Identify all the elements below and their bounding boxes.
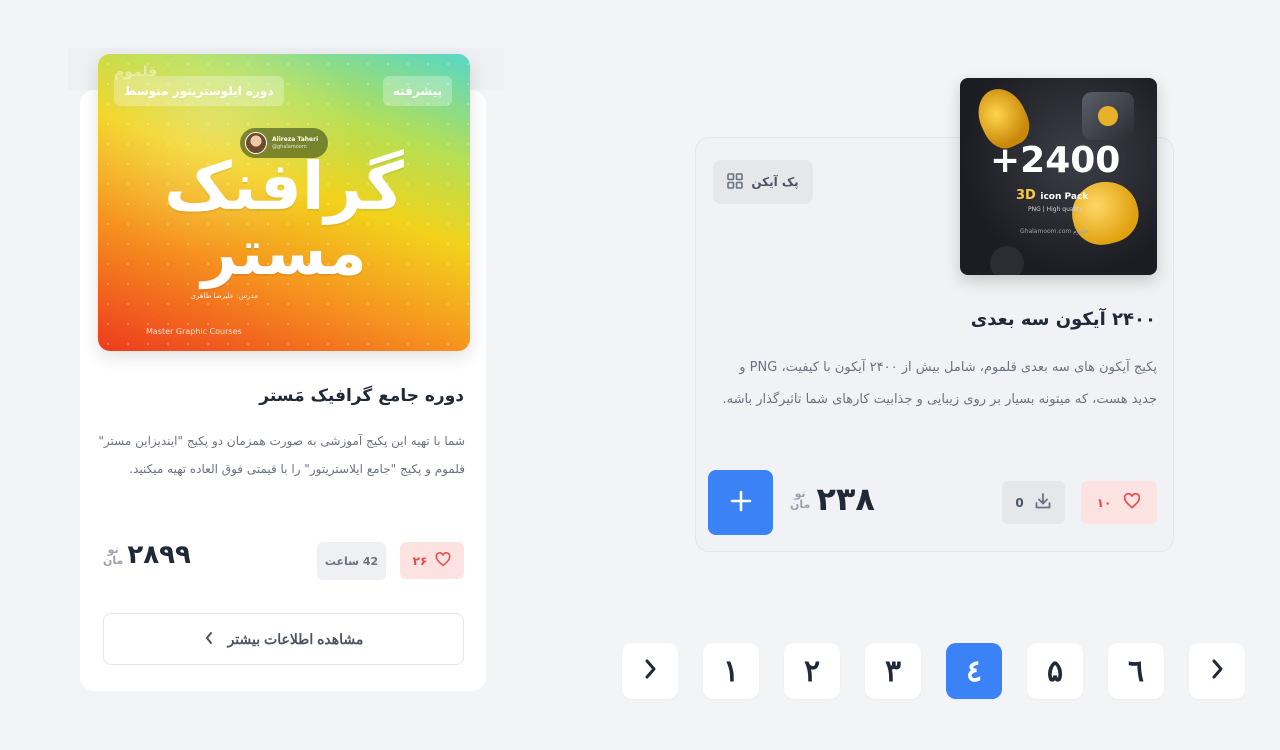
plus-icon (730, 490, 752, 515)
more-info-button[interactable]: مشاهده اطلاعات بیشتر (103, 613, 464, 665)
price-value: ۲۳۸ (816, 480, 875, 518)
level-badge: دوره ایلوستریتور متوسط (114, 76, 284, 106)
pack-quality: PNG | High quality (1028, 206, 1083, 213)
like-count: ۲۶ (412, 553, 428, 568)
more-info-label: مشاهده اطلاعات بیشتر (227, 630, 364, 647)
pack-like-button[interactable]: ۱۰ (1081, 481, 1157, 524)
pagination-page-6[interactable]: ٦ (1108, 643, 1164, 699)
pack-count: +2400 (990, 140, 1121, 181)
pagination-page-1[interactable]: ۱ (703, 643, 759, 699)
course-description: شما با تهیه این پکیج آموزشی به صورت همزم… (98, 434, 465, 476)
currency-label: تو مان (790, 487, 811, 511)
ball-icon (990, 246, 1024, 275)
course-price: تو مان ۲۸۹۹ (103, 540, 191, 570)
pack-brand: Ghalamoom.com قلموم (1020, 228, 1089, 235)
heart-3d-icon (1065, 174, 1145, 252)
cover-footer: Master Graphic Courses (146, 327, 242, 336)
icon-pack-cover-image[interactable]: +2400 3D icon Pack PNG | High quality Gh… (960, 78, 1157, 275)
download-icon (1034, 492, 1052, 513)
pack-description: پکیج آیکون های سه بعدی قلموم، شامل بیش ا… (722, 360, 1157, 407)
chevron-right-icon (1210, 654, 1224, 688)
pack-label: 3D icon Pack (1016, 188, 1089, 203)
chevron-left-icon (204, 631, 214, 648)
advanced-badge: پیشرفته (382, 76, 452, 106)
instructor-name: Alireza Taheri (272, 135, 319, 143)
pagination-page-5[interactable]: ۵ (1027, 643, 1083, 699)
course-like-button[interactable]: ۲۶ (400, 542, 464, 579)
heart-icon (435, 551, 451, 570)
like-count: ۱۰ (1096, 495, 1112, 510)
pack-price: تو مان ۲۳۸ (790, 480, 875, 518)
cover-title-line1: گرافنک (164, 148, 404, 225)
pagination-page-2[interactable]: ۲ (784, 643, 840, 699)
tag-label: پک آیکن (751, 175, 799, 189)
pack-downloads: 0 (1002, 481, 1065, 524)
add-to-cart-button[interactable] (708, 470, 773, 535)
cover-title-line2: مستر (201, 216, 367, 289)
pagination-prev-button[interactable] (622, 643, 678, 699)
pack-category-tag[interactable]: پک آیکن (713, 160, 813, 204)
chevron-right-icon (643, 654, 657, 688)
currency-label: تو مان (103, 543, 124, 567)
heart-icon (1123, 492, 1141, 512)
price-value: ۲۸۹۹ (127, 540, 191, 570)
pagination-page-4-active[interactable]: ٤ (946, 643, 1002, 699)
download-count: 0 (1015, 495, 1024, 510)
course-cover-image[interactable]: قلموم پیشرفته دوره ایلوستریتور متوسط Ali… (98, 54, 470, 351)
grid-icon (727, 172, 744, 192)
course-duration: 42 ساعت (317, 542, 386, 580)
pagination-page-3[interactable]: ۳ (865, 643, 921, 699)
course-title[interactable]: دوره جامع گرافیک مَستر (259, 386, 464, 406)
pack-title[interactable]: ۲۴۰۰ آیکون سه بعدی (971, 309, 1156, 330)
cover-subtitle: مدرس: علیرضا طاهری (190, 292, 258, 300)
pagination-next-button[interactable] (1189, 643, 1245, 699)
safe-icon (1082, 92, 1134, 140)
